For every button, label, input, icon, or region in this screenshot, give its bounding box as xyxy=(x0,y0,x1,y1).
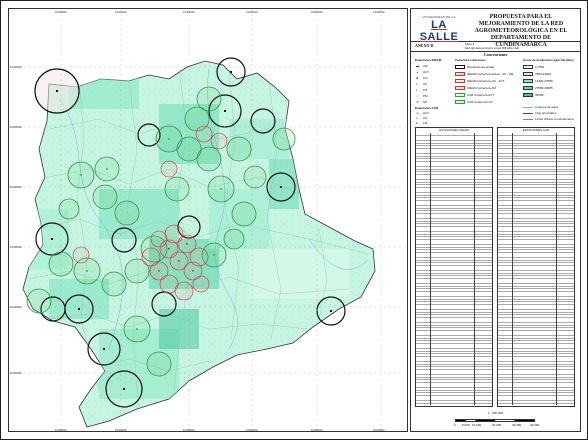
info-panel: UNIVERSIDAD DE LA LA SALLE PROPUESTA PAR… xyxy=(410,8,581,432)
legend-area-item: 7584-14300 xyxy=(535,72,552,76)
grid-label-top-5: 1080000 xyxy=(311,10,323,14)
grid-label-bottom-6: 1100000 xyxy=(373,428,385,432)
grid-label-top-4: 1060000 xyxy=(246,10,258,14)
map-svg xyxy=(9,9,407,431)
scale-tick: 5.000 xyxy=(462,423,470,427)
grid-label-top-1: 1000000 xyxy=(55,10,67,14)
legend-title: Convenciones xyxy=(483,52,508,57)
grid-label-top-2: 1020000 xyxy=(115,10,127,14)
table-car-rows xyxy=(498,133,574,405)
legend-area-item: 36585- xyxy=(535,93,545,97)
grid-label-left-3: 1060000 xyxy=(10,185,22,189)
grid-label-bottom-2: 1020000 xyxy=(115,428,127,432)
station-symbol-icon: ● xyxy=(416,116,418,120)
legend-coverage-item: Resoluciones actual xyxy=(467,65,494,69)
map-subtitle: Mapa 8 Red agrometeorológica actual IDEA… xyxy=(465,42,519,50)
legend-area-item: 0-7584 xyxy=(535,65,545,69)
scale-label: 1 : 950.000 xyxy=(487,411,503,415)
legend-car-item: CO xyxy=(423,116,428,120)
river-line-icon xyxy=(523,107,533,108)
area-swatch xyxy=(523,86,533,90)
coverage-swatch xyxy=(455,93,465,97)
grid-label-bottom-4: 1060000 xyxy=(246,428,258,432)
legend-ideam-item: SP xyxy=(423,100,428,104)
annex-row: ANEXO D Mapa 8 Red agrometeorológica act… xyxy=(411,41,580,52)
table-ideam-rows xyxy=(416,133,492,405)
coverage-swatch xyxy=(455,100,465,104)
legend-ideam-item: PG xyxy=(423,88,428,92)
station-symbol-icon: ♦ xyxy=(416,88,418,92)
station-symbol-icon: ● xyxy=(416,82,418,86)
road-line-icon xyxy=(523,113,533,114)
legend-car-item: ACT xyxy=(423,111,429,115)
area-swatch xyxy=(523,72,533,76)
legend-line-item: Límite urbano Cundinamarca xyxy=(535,117,574,121)
grid-label-left-1: 1100000 xyxy=(10,65,22,69)
grid-label-bottom-1: 1000000 xyxy=(55,428,67,432)
title-block: UNIVERSIDAD DE LA LA SALLE PROPUESTA PAR… xyxy=(411,9,580,48)
logo-text: LA SALLE xyxy=(419,19,459,43)
area-swatch xyxy=(523,65,533,69)
legend-ideam-item: CP xyxy=(423,82,428,86)
legend-coverage-item: CAR Cobertura ACT xyxy=(467,93,495,97)
map-area: 1000000 1020000 1040000 1060000 1080000 … xyxy=(8,8,408,432)
legend-ideam-item: AM xyxy=(423,64,428,68)
grid-label-bottom-3: 1040000 xyxy=(183,428,195,432)
station-symbol-icon: ▲ xyxy=(416,70,419,74)
legend-car-head: Estaciones CAR xyxy=(415,106,439,110)
scale-tick: 40.000 xyxy=(530,423,540,427)
university-logo: LA SALLE xyxy=(417,19,461,43)
legend-area-item: 14300-27586 xyxy=(535,79,553,83)
legend-ideam-head: Estaciones IDEAM xyxy=(415,58,442,62)
legend-area-head: Áreas de producción agrícola (Has) xyxy=(523,58,574,62)
legend-coverage-item: IDEAM Cobertura actual - CP - AM xyxy=(467,72,514,76)
coverage-swatch xyxy=(455,72,465,76)
table-car-column: ESTACIONES CAR xyxy=(497,127,575,407)
scale-tick: 20.000 xyxy=(492,423,502,427)
station-symbol-icon: ▼ xyxy=(416,100,419,104)
legend-line-item: Vías principales xyxy=(535,111,557,115)
legend-coverage-item: IDEAM Cobertura AM xyxy=(467,86,496,90)
legend-area-item: 27586-36585 xyxy=(535,86,553,90)
annex-label: ANEXO D xyxy=(415,43,434,48)
station-symbol-icon: ▲ xyxy=(416,111,419,115)
station-symbol-icon: ◆ xyxy=(416,76,419,80)
scale-tick: 0 xyxy=(454,423,456,427)
scale-bar xyxy=(455,419,535,422)
legend-coverage-head: Cobertura estaciones xyxy=(455,58,486,62)
legend-line-item: Cuerpos de agua xyxy=(535,105,559,109)
area-swatch xyxy=(523,93,533,97)
stations-table: ESTACIONES IDEAM ESTACIONES CAR xyxy=(415,127,576,407)
legend-ideam-item: PM xyxy=(423,94,428,98)
table-ideam-column: ESTACIONES IDEAM xyxy=(415,127,493,407)
legend-ideam-item: ACT xyxy=(423,70,429,74)
boundary-line-icon xyxy=(523,119,533,120)
legend-coverage-item: IDEAM Cobertura CO - ACT xyxy=(467,79,505,83)
legend-car-item: LM xyxy=(423,121,428,125)
map-description: Red agrometeorológica actual IDEAM-CAR xyxy=(465,46,519,50)
legend-ideam-item: CO xyxy=(423,76,428,80)
grid-label-left-4: 1040000 xyxy=(10,245,22,249)
area-swatch xyxy=(523,79,533,83)
grid-label-top-6: 1100000 xyxy=(373,10,385,14)
coverage-swatch xyxy=(455,86,465,90)
station-symbol-icon: ▬ xyxy=(416,64,419,68)
scale-tick: 30.000 xyxy=(512,423,522,427)
grid-label-top-3: 1040000 xyxy=(183,10,195,14)
grid-label-left-6: 1000000 xyxy=(10,371,22,375)
station-symbol-icon: ◇ xyxy=(416,94,419,98)
grid-label-bottom-5: 1080000 xyxy=(311,428,323,432)
scale-tick: 10.000 xyxy=(472,423,482,427)
grid-label-left-5: 1020000 xyxy=(10,305,22,309)
grid-label-left-2: 1080000 xyxy=(10,125,22,129)
legend-coverage-item: CAR Cobertura CO xyxy=(467,100,493,104)
coverage-swatch xyxy=(455,65,465,69)
coverage-swatch xyxy=(455,79,465,83)
station-symbol-icon: ■ xyxy=(416,121,418,125)
